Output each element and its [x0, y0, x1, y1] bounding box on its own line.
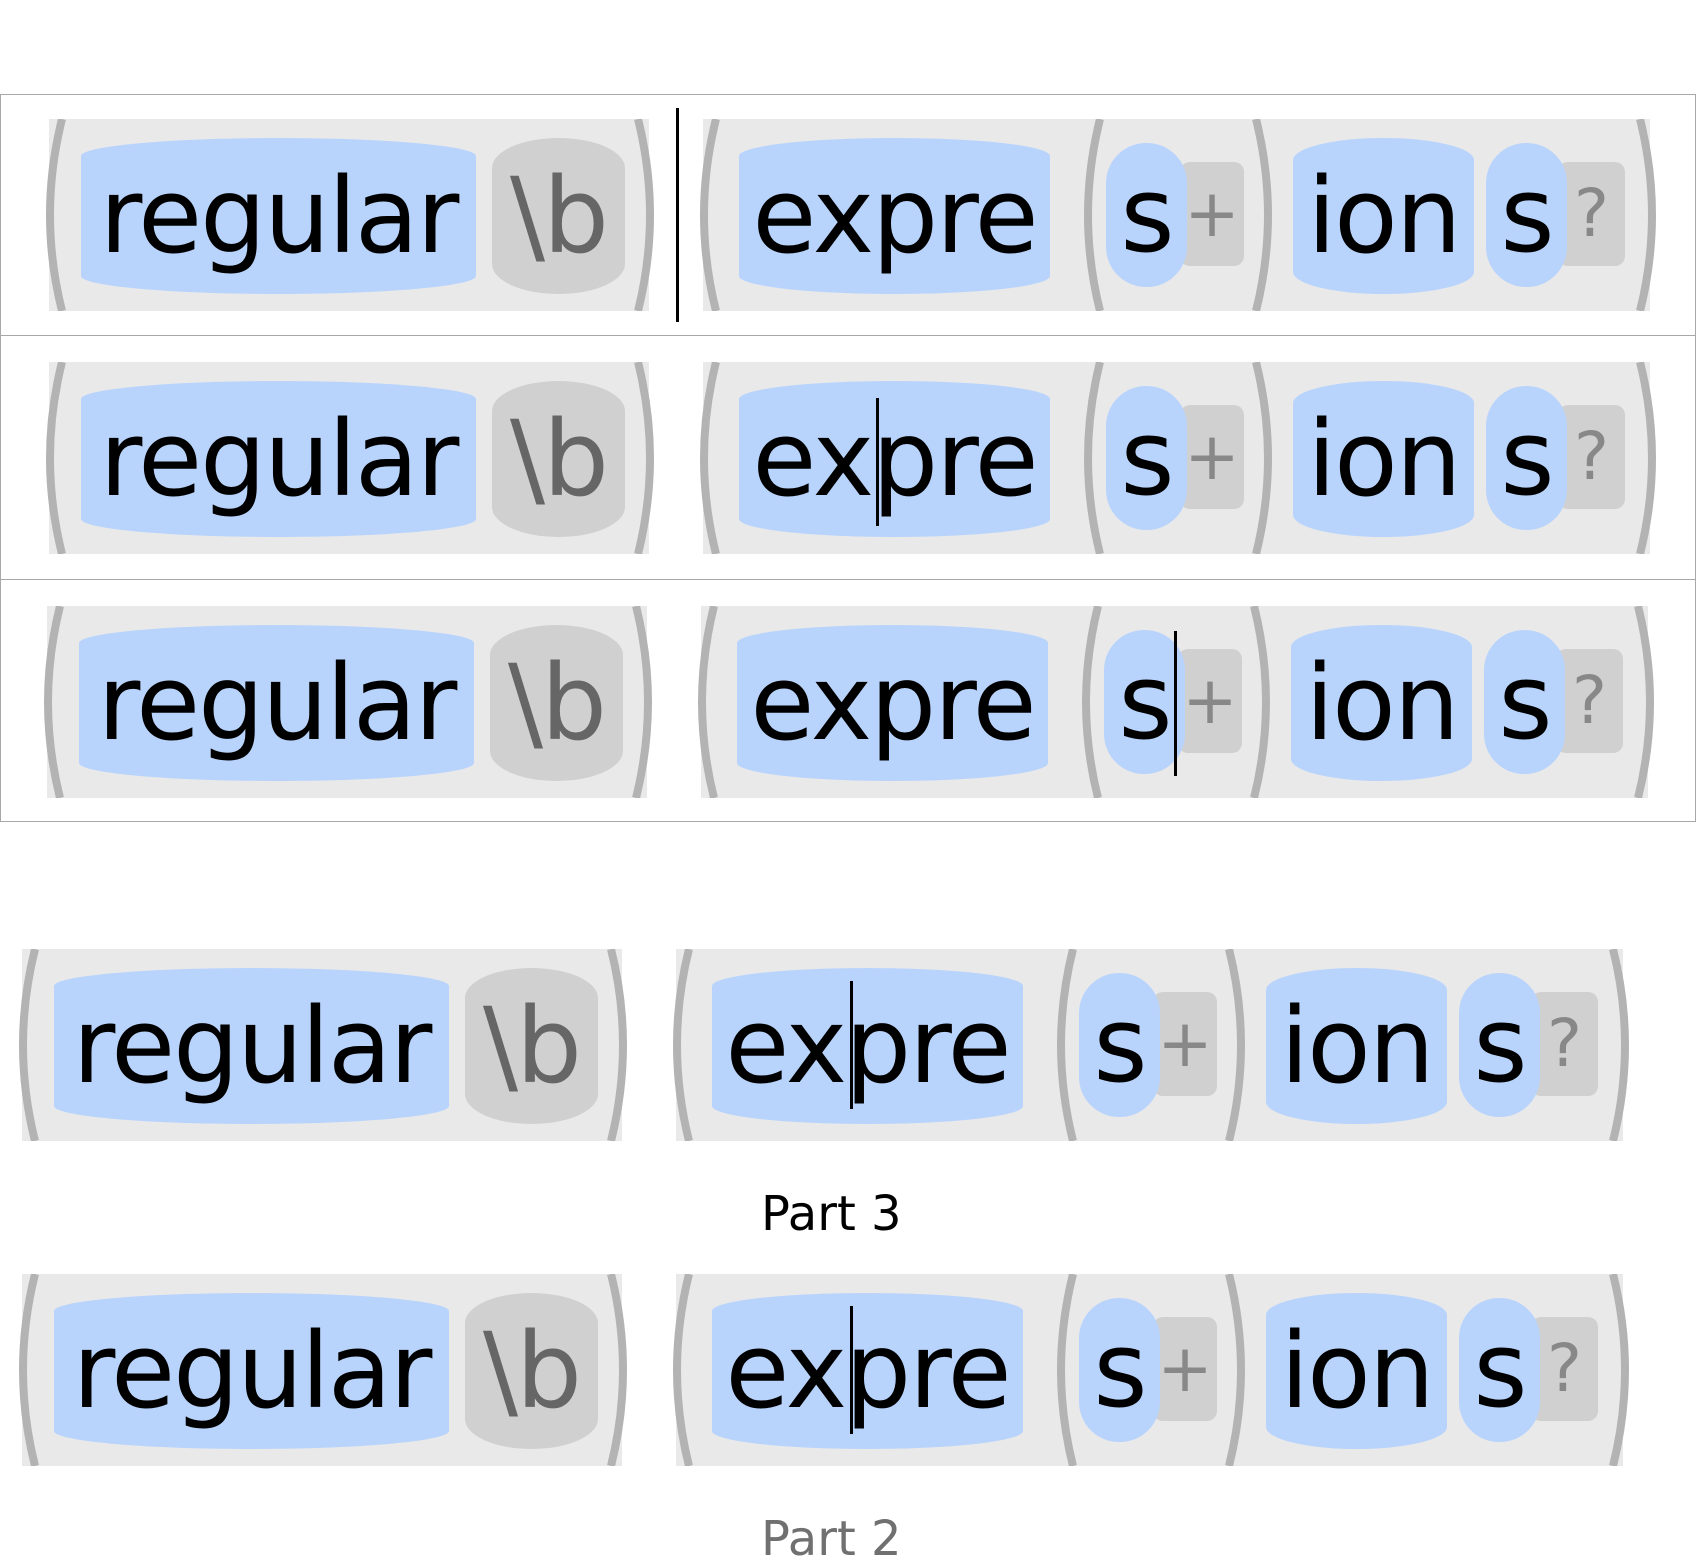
literal-token-ion[interactable]: ion [1266, 1293, 1447, 1449]
close-paren-icon [1634, 606, 1654, 798]
close-paren-icon [1636, 362, 1656, 554]
escape-token-boundary[interactable]: \b [492, 381, 625, 537]
optional-quantifier[interactable]: ? [1558, 405, 1625, 509]
optional-quantifier[interactable]: ? [1558, 162, 1625, 266]
literal-token-s[interactable]: s [1079, 973, 1160, 1117]
plus-quantifier[interactable]: + [1153, 992, 1217, 1096]
open-paren-icon [700, 119, 720, 311]
escape-token-boundary[interactable]: \b [490, 625, 623, 781]
text-caret [850, 1306, 853, 1434]
escape-token-boundary[interactable]: \b [465, 968, 598, 1124]
close-paren-icon [634, 362, 654, 554]
text-caret [676, 108, 679, 322]
part-3-label: Part 3 [761, 1186, 902, 1242]
close-paren-icon [1225, 949, 1245, 1141]
plus-quantifier[interactable]: + [1178, 649, 1242, 753]
open-paren-icon [19, 949, 39, 1141]
plus-quantifier[interactable]: + [1153, 1317, 1217, 1421]
part-2-label: Part 2 [761, 1511, 902, 1567]
regex-row[interactable]: regular \b expre + s ion ? s [0, 119, 1696, 311]
open-paren-icon [1084, 119, 1104, 311]
literal-token-s[interactable]: s [1079, 1298, 1160, 1442]
literal-token-expre[interactable]: expre [712, 968, 1023, 1124]
open-paren-icon [673, 1274, 693, 1466]
open-paren-icon [1084, 362, 1104, 554]
regex-row[interactable]: regular \b expre + s ion ? s [0, 606, 1694, 798]
close-paren-icon [1609, 1274, 1629, 1466]
optional-quantifier[interactable]: ? [1531, 992, 1598, 1096]
literal-token-regular[interactable]: regular [81, 138, 476, 294]
literal-token-s-optional[interactable]: s [1486, 143, 1567, 287]
open-paren-icon [673, 949, 693, 1141]
close-paren-icon [607, 949, 627, 1141]
literal-token-s-optional[interactable]: s [1484, 630, 1565, 774]
literal-token-regular[interactable]: regular [81, 381, 476, 537]
text-caret [1174, 631, 1177, 776]
close-paren-icon [634, 119, 654, 311]
row-divider [0, 335, 1696, 336]
literal-token-ion[interactable]: ion [1291, 625, 1472, 781]
regex-row[interactable]: regular \b expre + s ion ? s [0, 949, 1669, 1141]
text-caret [850, 981, 853, 1109]
literal-token-expre[interactable]: expre [739, 138, 1050, 294]
literal-token-ion[interactable]: ion [1293, 381, 1474, 537]
open-paren-icon [1057, 949, 1077, 1141]
open-paren-icon [1082, 606, 1102, 798]
literal-token-s[interactable]: s [1106, 143, 1187, 287]
literal-token-s-optional[interactable]: s [1459, 973, 1540, 1117]
open-paren-icon [698, 606, 718, 798]
plus-quantifier[interactable]: + [1180, 405, 1244, 509]
close-paren-icon [1252, 362, 1272, 554]
literal-token-s-optional[interactable]: s [1486, 386, 1567, 530]
open-paren-icon [46, 362, 66, 554]
escape-token-boundary[interactable]: \b [492, 138, 625, 294]
close-paren-icon [1225, 1274, 1245, 1466]
close-paren-icon [1636, 119, 1656, 311]
open-paren-icon [700, 362, 720, 554]
row-divider [0, 579, 1696, 580]
plus-quantifier[interactable]: + [1180, 162, 1244, 266]
literal-token-regular[interactable]: regular [79, 625, 474, 781]
text-caret [876, 398, 879, 526]
optional-quantifier[interactable]: ? [1556, 649, 1623, 753]
close-paren-icon [607, 1274, 627, 1466]
optional-quantifier[interactable]: ? [1531, 1317, 1598, 1421]
literal-token-s[interactable]: s [1106, 386, 1187, 530]
literal-token-s-optional[interactable]: s [1459, 1298, 1540, 1442]
escape-token-boundary[interactable]: \b [465, 1293, 598, 1449]
literal-token-ion[interactable]: ion [1266, 968, 1447, 1124]
literal-token-expre[interactable]: expre [737, 625, 1048, 781]
literal-token-s[interactable]: s [1104, 630, 1185, 774]
literal-token-regular[interactable]: regular [54, 968, 449, 1124]
open-paren-icon [44, 606, 64, 798]
regex-row[interactable]: regular \b expre + s ion ? s [0, 1274, 1669, 1466]
literal-token-ion[interactable]: ion [1293, 138, 1474, 294]
open-paren-icon [1057, 1274, 1077, 1466]
close-paren-icon [1609, 949, 1629, 1141]
regex-row[interactable]: regular \b expre + s ion ? s [0, 362, 1696, 554]
literal-token-regular[interactable]: regular [54, 1293, 449, 1449]
literal-token-expre[interactable]: expre [712, 1293, 1023, 1449]
open-paren-icon [19, 1274, 39, 1466]
close-paren-icon [632, 606, 652, 798]
close-paren-icon [1250, 606, 1270, 798]
close-paren-icon [1252, 119, 1272, 311]
open-paren-icon [46, 119, 66, 311]
literal-token-expre[interactable]: expre [739, 381, 1050, 537]
